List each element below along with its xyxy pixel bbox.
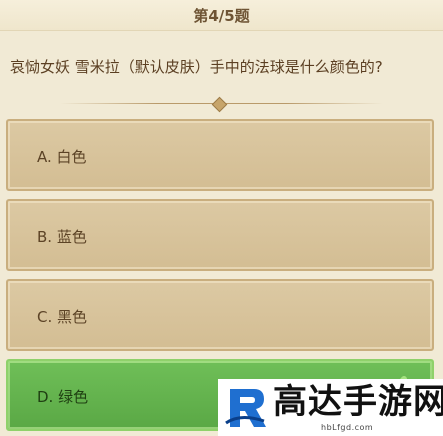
option-b-label: B. 蓝色: [37, 228, 87, 246]
option-a-button[interactable]: A. 白色: [6, 119, 434, 191]
option-c-button[interactable]: C. 黑色: [6, 279, 434, 351]
watermark-title: 高达手游网: [273, 382, 443, 422]
site-logo-icon: [225, 389, 266, 427]
option-a-label: A. 白色: [37, 148, 87, 166]
question-text: 哀恸女妖 雪米拉（默认皮肤）手中的法球是什么颜色的?: [10, 58, 383, 76]
question-progress: 第4/5题: [193, 7, 250, 25]
option-c-label: C. 黑色: [37, 308, 88, 326]
divider-ornament: [211, 96, 228, 113]
option-d-label: D. 绿色: [37, 388, 89, 406]
watermark: 高达手游网 hbLfgd.com: [218, 379, 443, 436]
option-b-button[interactable]: B. 蓝色: [6, 199, 434, 271]
watermark-url: hbLfgd.com: [321, 423, 374, 432]
quiz-header: 第4/5题: [0, 0, 443, 31]
